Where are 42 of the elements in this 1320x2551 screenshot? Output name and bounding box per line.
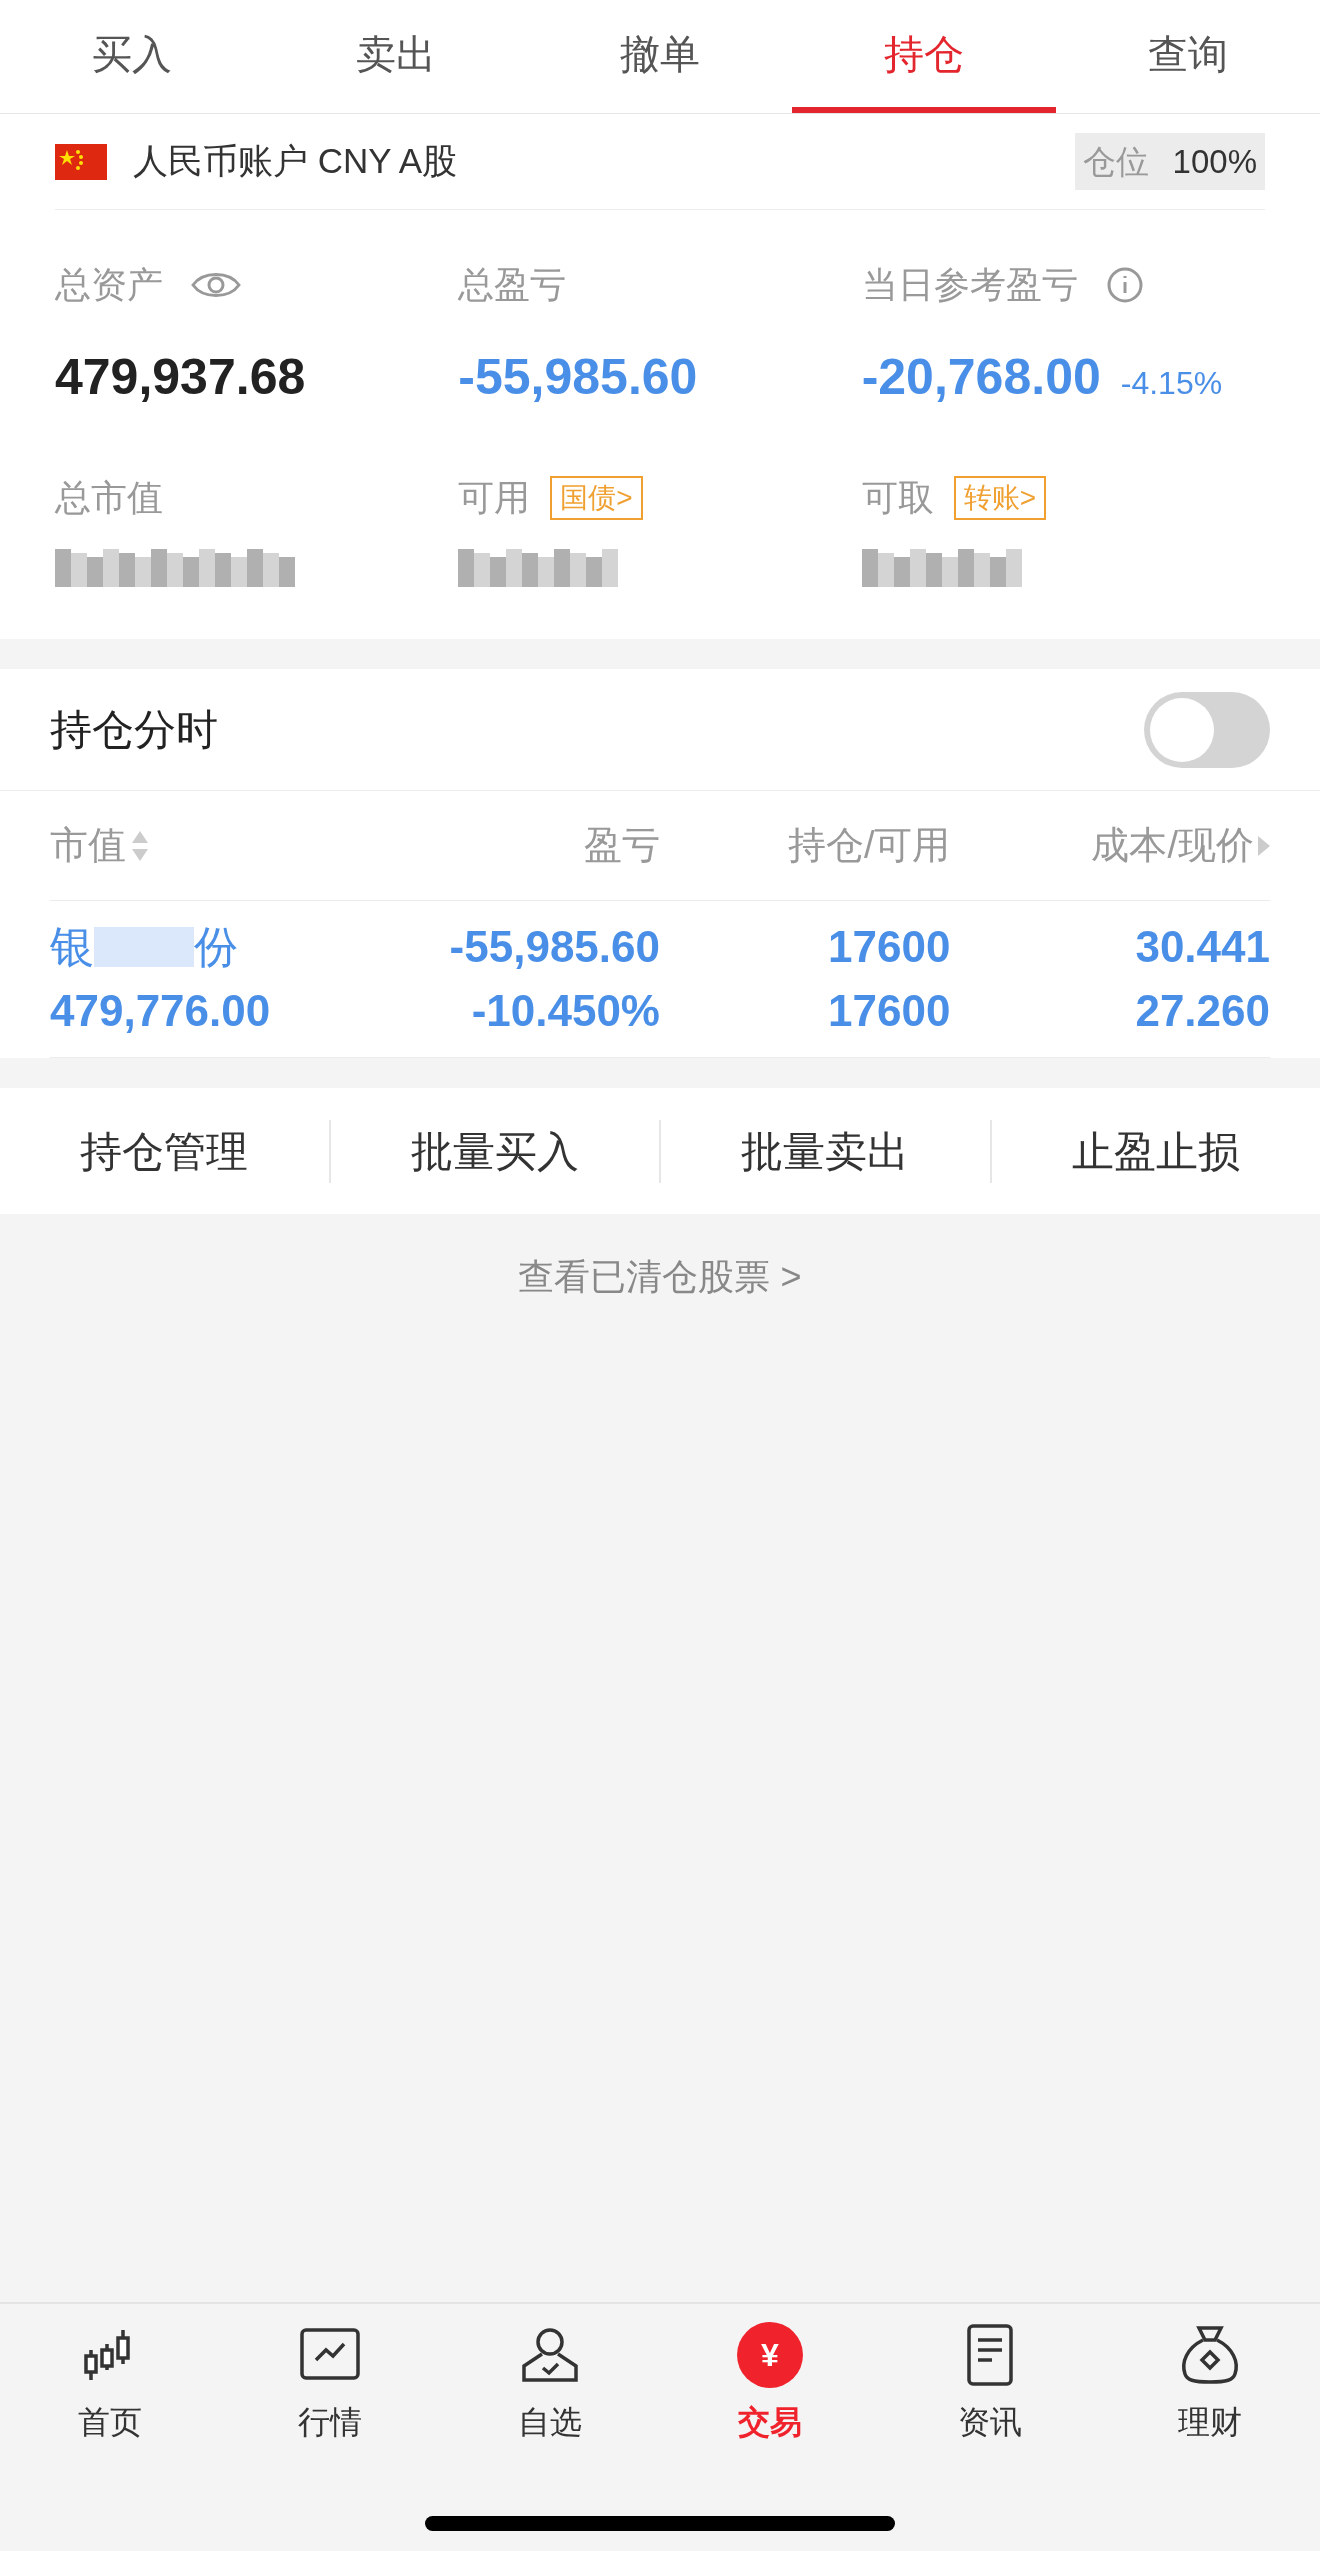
nav-tab[interactable]: 行情 [220,2322,440,2446]
position-badge: 仓位 100% [1074,132,1265,191]
current-price: 27.260 [1134,985,1270,1037]
nav-tab[interactable]: 资讯 [880,2322,1100,2446]
position-qty: 17600 [827,921,951,973]
stat-label: 总盈亏 [458,263,567,307]
flag-icon [55,143,107,180]
section-title: 持仓分时 [50,705,218,755]
tab[interactable]: 查询 [1056,0,1320,113]
action-button[interactable]: 批量卖出 [659,1119,990,1183]
nav-tab[interactable]: 自选 [440,2322,660,2446]
stat-label: 当日参考盈亏 [861,263,1078,307]
cost-price: 30.441 [1134,921,1270,973]
yuan-icon: ¥ [737,2322,803,2388]
tab[interactable]: 撤单 [528,0,792,113]
caret-icon[interactable] [1258,833,1270,858]
pnl-percent: -10.450% [470,985,660,1037]
action-button[interactable]: 批量买入 [328,1119,659,1183]
column-header: 市值 [50,823,126,868]
nav-tab[interactable]: 首页 [0,2322,220,2446]
column-header: 盈亏 [584,823,660,868]
pnl-value: -55,985.60 [448,921,660,973]
tab[interactable]: 买入 [0,0,264,113]
account-name: 人民币账户 CNY A股 [133,140,458,183]
stat-percent: -4.15% [1120,364,1223,403]
nav-tab[interactable]: ¥ 交易 [660,2322,880,2446]
balance-label: 可取 [861,476,934,520]
tab[interactable]: 卖出 [264,0,528,113]
column-header: 持仓/可用 [787,823,951,868]
stat-value: -20,768.00 [861,348,1101,407]
info-icon[interactable] [1105,266,1144,304]
action-button[interactable]: 持仓管理 [0,1119,329,1183]
column-header: 成本/现价 [1091,823,1254,868]
stat-value: -55,985.60 [458,348,698,407]
stat-value: 479,937.68 [55,348,306,407]
market-value: 479,776.00 [50,985,272,1037]
available-qty: 17600 [827,985,951,1037]
balance-label: 总市值 [55,476,163,520]
balance-label: 可用 [458,476,531,520]
action-button[interactable]: 止盈止损 [989,1119,1320,1183]
stat-label: 总资产 [55,263,163,307]
nav-tab[interactable]: 理财 [1100,2322,1320,2446]
